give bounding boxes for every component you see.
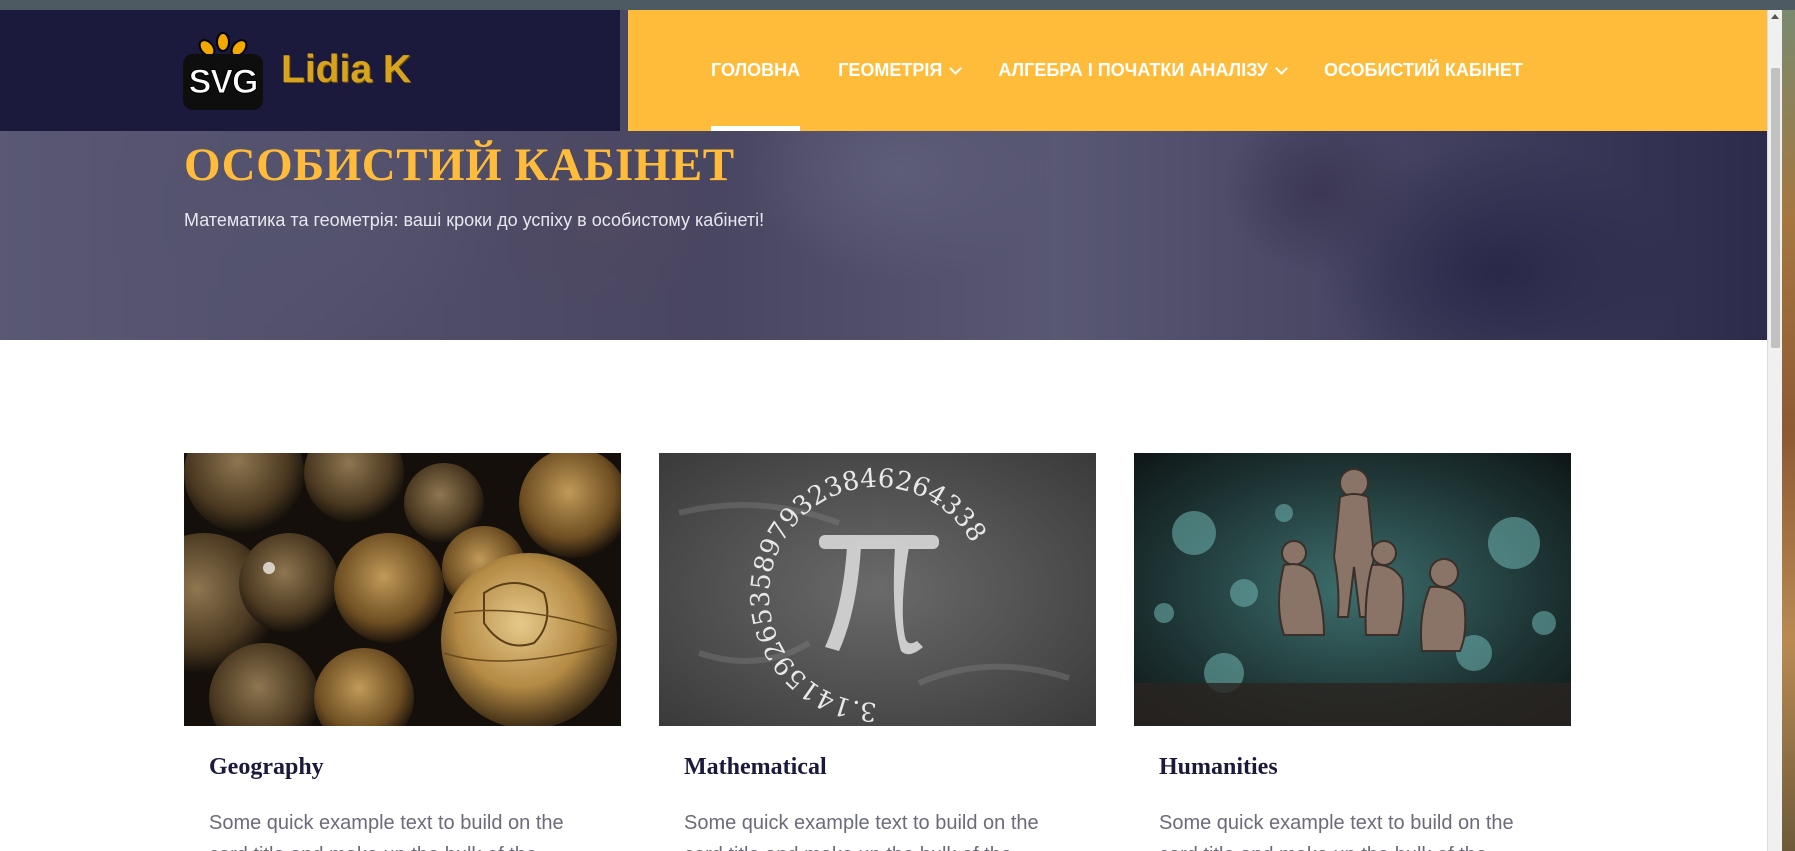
card-text: Some quick example text to build on the … — [684, 812, 1039, 851]
browser-top-strip — [0, 0, 1795, 10]
page: ОСОБИСТИЙ КАБІНЕТ Математика та геометрі… — [0, 10, 1767, 851]
card-geography[interactable]: Geography Some quick example text to bui… — [184, 453, 621, 851]
nav-item-home[interactable]: ГОЛОВНА — [711, 10, 801, 131]
logo-badge-text: SVG — [188, 62, 259, 101]
nav-item-label: ОСОБИСТИЙ КАБІНЕТ — [1323, 60, 1523, 80]
logo-badge: SVG — [183, 54, 263, 110]
hero-subtitle: Математика та геометрія: ваші кроки до у… — [184, 210, 765, 230]
sculpture-figures-image — [1134, 453, 1571, 726]
vertical-scrollbar[interactable] — [1767, 10, 1782, 851]
brand-bar: SVG Lidia K — [0, 10, 620, 131]
nav-item-label: ГОЛОВНА — [711, 60, 801, 80]
brand-name: Lidia K — [281, 48, 412, 91]
scrollbar-thumb[interactable] — [1771, 68, 1780, 348]
chevron-down-icon — [949, 61, 963, 75]
main-navigation-bar: ГОЛОВНА ГЕОМЕТРІЯ АЛГЕБРА І ПОЧАТКИ АНАЛ… — [628, 10, 1767, 131]
globes-image — [184, 453, 621, 726]
svg-logo-icon: SVG — [183, 30, 263, 110]
nav-item-label: ГЕОМЕТРІЯ — [838, 60, 943, 80]
pi-chalkboard-image: 3.14159265358979323846264338 — [659, 453, 1096, 726]
card-title: Mathematical — [684, 754, 827, 780]
scroll-up-arrow-icon[interactable] — [1771, 14, 1779, 19]
card-humanities[interactable]: Humanities Some quick example text to bu… — [1134, 453, 1571, 851]
card-title: Humanities — [1159, 754, 1278, 780]
card-text: Some quick example text to build on the … — [1159, 812, 1514, 851]
site-logo[interactable]: SVG Lidia K — [183, 30, 411, 110]
card-grid: Geography Some quick example text to bui… — [184, 453, 1571, 851]
main-nav: ГОЛОВНА ГЕОМЕТРІЯ АЛГЕБРА І ПОЧАТКИ АНАЛ… — [711, 10, 1561, 131]
nav-item-algebra[interactable]: АЛГЕБРА І ПОЧАТКИ АНАЛІЗУ — [998, 10, 1288, 131]
card-mathematical[interactable]: 3.14159265358979323846264338 Mathematica… — [659, 453, 1096, 851]
nav-item-personal-cabinet[interactable]: ОСОБИСТИЙ КАБІНЕТ — [1324, 10, 1523, 131]
chevron-down-icon — [1275, 61, 1288, 75]
page-title: ОСОБИСТИЙ КАБІНЕТ — [184, 139, 735, 191]
card-title: Geography — [209, 754, 324, 780]
nav-item-geometry[interactable]: ГЕОМЕТРІЯ — [838, 10, 963, 131]
desktop-background-sliver — [1782, 10, 1795, 851]
nav-item-label: АЛГЕБРА І ПОЧАТКИ АНАЛІЗУ — [998, 60, 1268, 80]
card-text: Some quick example text to build on the … — [209, 812, 564, 851]
